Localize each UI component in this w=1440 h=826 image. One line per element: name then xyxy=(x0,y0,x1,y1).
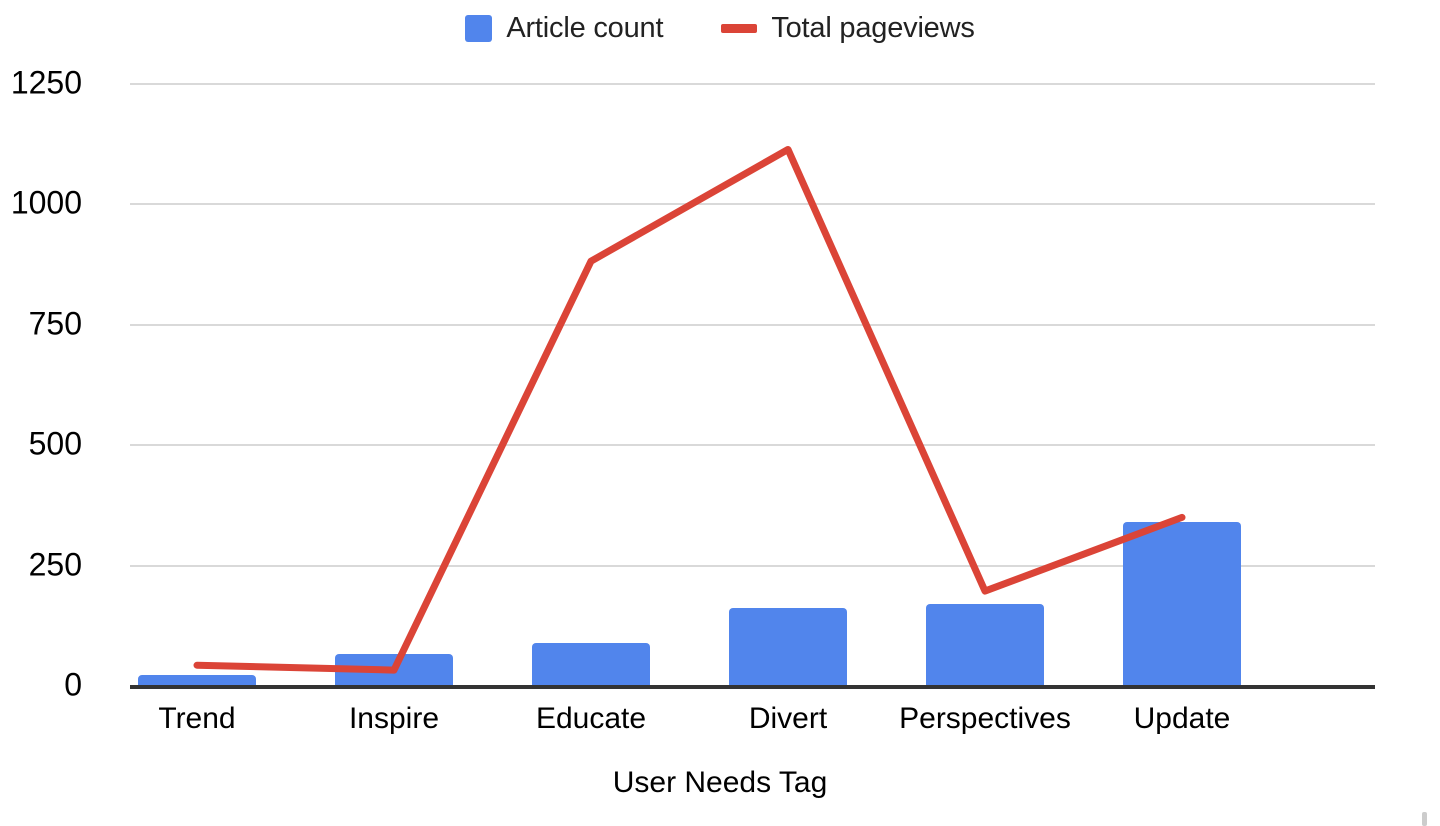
gridline xyxy=(130,83,1375,85)
legend-label: Article count xyxy=(506,11,664,44)
bar-trend[interactable] xyxy=(138,675,256,685)
y-axis-tick-label: 0 xyxy=(64,666,82,703)
legend-label: Total pageviews xyxy=(771,11,975,44)
x-axis-line xyxy=(130,685,1375,689)
y-axis-tick-label: 500 xyxy=(28,425,82,462)
bar-update[interactable] xyxy=(1123,521,1241,685)
scroll-indicator[interactable] xyxy=(1422,812,1427,826)
gridline xyxy=(130,203,1375,206)
y-axis-tick-label: 750 xyxy=(28,305,82,342)
legend-square-icon xyxy=(465,14,493,42)
y-axis-tick-label: 1250 xyxy=(10,64,82,101)
x-axis-tick-label: Update xyxy=(1133,702,1231,735)
gridline xyxy=(130,444,1375,447)
y-axis-tick-label: 1000 xyxy=(10,184,82,221)
legend-entry-2[interactable]: Total pageviews xyxy=(721,11,975,45)
bar-educate[interactable] xyxy=(532,643,650,685)
plot-area xyxy=(130,83,1375,689)
gridline xyxy=(130,323,1375,326)
legend-line-icon xyxy=(721,23,758,33)
bar-inspire[interactable] xyxy=(335,654,453,685)
bar-divert[interactable] xyxy=(729,607,847,685)
chart-container: Article count Total pageviews 0 250 500 750 1… xyxy=(0,0,1440,826)
legend-entry-1[interactable]: Article count xyxy=(465,11,664,45)
line-path xyxy=(193,145,1186,674)
y-axis-tick-label: 250 xyxy=(28,546,82,583)
bar-perspectives[interactable] xyxy=(926,604,1044,685)
chart-legend: Article count Total pageviews xyxy=(0,0,1440,56)
x-axis-title: User Needs Tag xyxy=(612,766,828,799)
